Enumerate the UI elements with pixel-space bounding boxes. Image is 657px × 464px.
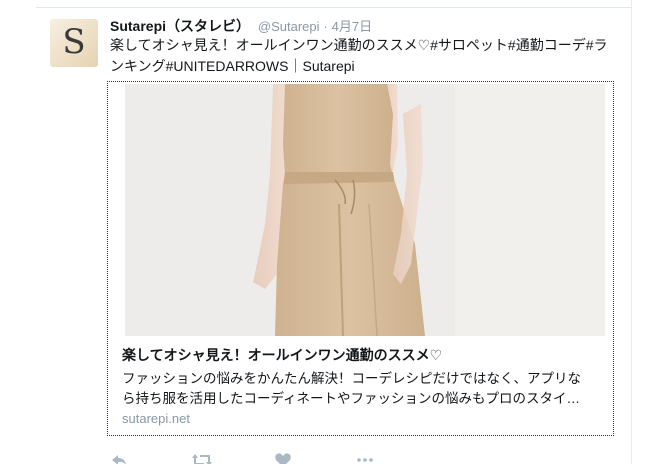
card-description: ファッションの悩みをかんたん解決！コーデレシピだけではなく、アプリな ら持ち服を… — [122, 369, 602, 409]
avatar-logo: S — [62, 22, 86, 62]
timeline-border — [631, 0, 632, 464]
card-description-line: ファッションの悩みをかんたん解決！コーデレシピだけではなく、アプリな — [122, 371, 581, 386]
tweet-header: Sutarepi（スタレビ） @Sutarepi · 4月7日 — [110, 16, 372, 37]
card-title: 楽してオシャ見え！オールインワン通勤のススメ♡ — [122, 347, 443, 363]
card-description-line: ら持ち服を活用したコーディネートやファッションの悩みもプロのスタイ… — [122, 391, 581, 406]
card-photo — [125, 84, 605, 336]
reply-icon[interactable] — [110, 452, 128, 464]
jumpsuit-illustration — [125, 84, 605, 336]
tweet-divider — [36, 7, 632, 8]
link-card[interactable]: 楽してオシャ見え！オールインワン通勤のススメ♡ ファッションの悩みをかんたん解決… — [107, 81, 614, 436]
tweet-actions — [110, 452, 374, 464]
tweet-date[interactable]: 4月7日 — [332, 19, 372, 34]
more-icon[interactable] — [356, 452, 374, 464]
card-domain: sutarepi.net — [122, 411, 190, 426]
retweet-icon[interactable] — [192, 452, 212, 464]
tweet-text-line: ンキング#UNITEDARROWS｜Sutarepi — [110, 58, 355, 74]
card-image[interactable] — [110, 84, 611, 336]
tweet-text-line: 楽してオシャ見え！オールインワン通勤のススメ♡#サロペット#通勤コーデ#ラ — [110, 37, 608, 53]
display-name[interactable]: Sutarepi（スタレビ） — [110, 18, 250, 34]
tweet-text: 楽してオシャ見え！オールインワン通勤のススメ♡#サロペット#通勤コーデ#ラ ンキ… — [110, 35, 620, 77]
tweet-page: S Sutarepi（スタレビ） @Sutarepi · 4月7日 楽してオシャ… — [0, 0, 657, 464]
avatar[interactable]: S — [50, 19, 98, 67]
separator-dot: · — [323, 19, 328, 34]
user-handle[interactable]: @Sutarepi — [258, 19, 320, 34]
like-icon[interactable] — [274, 452, 292, 464]
